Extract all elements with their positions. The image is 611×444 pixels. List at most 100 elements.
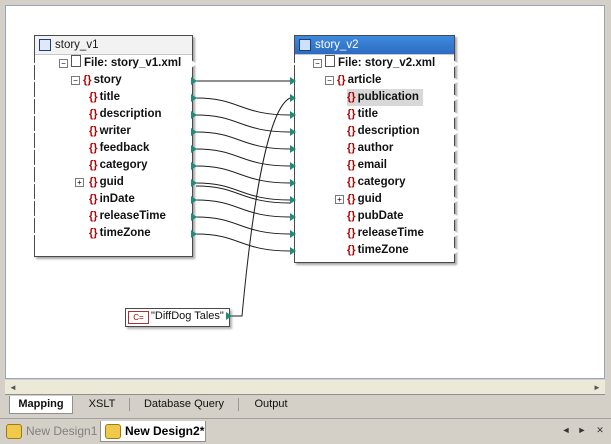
element-icon: {}: [347, 142, 356, 154]
input-port[interactable]: [29, 161, 36, 171]
element-label: guid: [357, 193, 382, 205]
input-port-connected[interactable]: [289, 93, 296, 103]
element-label: email: [357, 159, 387, 171]
component-title: story_v1: [55, 39, 99, 51]
element-icon: {}: [89, 108, 98, 120]
output-port[interactable]: [452, 246, 459, 256]
input-port-connected[interactable]: [289, 178, 296, 188]
element-node[interactable]: {} title: [347, 106, 378, 123]
constant-icon: C=: [128, 311, 149, 324]
element-node[interactable]: {} writer: [89, 123, 131, 140]
output-port[interactable]: [452, 110, 459, 120]
output-port[interactable]: [452, 178, 459, 188]
output-port[interactable]: [452, 161, 459, 171]
input-port[interactable]: [29, 127, 36, 137]
input-port-connected[interactable]: [289, 110, 296, 120]
tab-xslt[interactable]: XSLT: [77, 396, 127, 413]
output-port-connected[interactable]: [190, 195, 197, 205]
tab-mapping[interactable]: Mapping: [9, 396, 73, 414]
element-node[interactable]: {} timeZone: [89, 225, 151, 242]
constant-output-port[interactable]: [225, 311, 232, 321]
input-port[interactable]: [29, 93, 36, 103]
output-port[interactable]: [452, 93, 459, 103]
scroll-left-icon[interactable]: ◄: [7, 382, 19, 393]
output-port[interactable]: [452, 212, 459, 222]
output-port-connected[interactable]: [190, 127, 197, 137]
output-port-connected[interactable]: [190, 144, 197, 154]
output-port[interactable]: [452, 59, 459, 69]
element-node[interactable]: {} title: [89, 89, 120, 106]
output-port-connected[interactable]: [190, 161, 197, 171]
component-title-bar[interactable]: story_v1: [35, 36, 192, 55]
next-tab-icon[interactable]: ►: [576, 424, 588, 436]
collapse-toggle-icon[interactable]: −: [71, 76, 80, 85]
input-port-connected[interactable]: [289, 195, 296, 205]
element-node-selected[interactable]: {} publication: [347, 89, 423, 106]
close-tab-icon[interactable]: ✕: [594, 424, 606, 436]
input-port[interactable]: [29, 229, 36, 239]
expand-toggle-icon[interactable]: +: [335, 195, 344, 204]
input-port[interactable]: [29, 195, 36, 205]
output-port[interactable]: [452, 127, 459, 137]
input-port-connected[interactable]: [289, 229, 296, 239]
scroll-right-icon[interactable]: ►: [591, 382, 603, 393]
output-port[interactable]: [452, 195, 459, 205]
output-port[interactable]: [190, 59, 197, 69]
element-label: publication: [357, 91, 419, 103]
element-icon: {}: [89, 91, 98, 103]
component-title-bar[interactable]: story_v2: [295, 36, 454, 55]
output-port-connected[interactable]: [190, 93, 197, 103]
doc-tab-new-design2[interactable]: New Design2*: [100, 421, 206, 442]
element-node[interactable]: {} category: [89, 157, 148, 174]
element-node[interactable]: {} timeZone: [347, 242, 409, 259]
input-port-connected[interactable]: [289, 161, 296, 171]
output-port[interactable]: [452, 76, 459, 86]
input-port[interactable]: [29, 212, 36, 222]
input-port[interactable]: [29, 144, 36, 154]
doc-tab-new-design1[interactable]: New Design1: [2, 421, 98, 441]
element-icon: {}: [89, 159, 98, 171]
element-node[interactable]: {} feedback: [89, 140, 149, 157]
element-node[interactable]: {} author: [347, 140, 393, 157]
output-port-connected[interactable]: [190, 76, 197, 86]
collapse-toggle-icon[interactable]: −: [325, 76, 334, 85]
output-port[interactable]: [452, 229, 459, 239]
previous-tab-icon[interactable]: ◄: [560, 424, 572, 436]
input-port[interactable]: [29, 178, 36, 188]
collapse-toggle-icon[interactable]: −: [313, 59, 322, 68]
tab-database-query[interactable]: Database Query: [133, 396, 235, 413]
input-port[interactable]: [289, 59, 296, 69]
element-node[interactable]: {} pubDate: [347, 208, 404, 225]
element-node[interactable]: {} releaseTime: [347, 225, 424, 242]
input-port-connected[interactable]: [289, 127, 296, 137]
target-component-story-v2[interactable]: story_v2 − File: story_v2.xml − {} articl…: [294, 35, 455, 263]
element-node[interactable]: {} email: [347, 157, 387, 174]
input-port-connected[interactable]: [289, 246, 296, 256]
collapse-toggle-icon[interactable]: −: [59, 59, 68, 68]
input-port[interactable]: [29, 76, 36, 86]
constant-component[interactable]: C= "DiffDog Tales": [125, 308, 230, 327]
output-port-connected[interactable]: [190, 229, 197, 239]
output-port-connected[interactable]: [190, 178, 197, 188]
element-node[interactable]: {} inDate: [89, 191, 135, 208]
horizontal-scrollbar[interactable]: ◄ ►: [5, 379, 605, 395]
input-port-connected[interactable]: [289, 144, 296, 154]
element-icon: {}: [347, 227, 356, 239]
source-component-story-v1[interactable]: story_v1 − File: story_v1.xml − {} story …: [34, 35, 193, 257]
element-node[interactable]: {} description: [347, 123, 420, 140]
input-port-connected[interactable]: [289, 212, 296, 222]
element-node[interactable]: {} category: [347, 174, 406, 191]
output-port-connected[interactable]: [190, 110, 197, 120]
element-label: inDate: [99, 193, 135, 205]
input-port[interactable]: [29, 59, 36, 69]
output-port-connected[interactable]: [190, 212, 197, 222]
input-port-connected[interactable]: [289, 76, 296, 86]
expand-toggle-icon[interactable]: +: [75, 178, 84, 187]
tab-output[interactable]: Output: [243, 396, 299, 413]
element-icon: {}: [89, 176, 98, 188]
element-label: title: [357, 108, 379, 120]
element-node[interactable]: {} releaseTime: [89, 208, 166, 225]
output-port[interactable]: [452, 144, 459, 154]
element-node[interactable]: {} description: [89, 106, 162, 123]
input-port[interactable]: [29, 110, 36, 120]
